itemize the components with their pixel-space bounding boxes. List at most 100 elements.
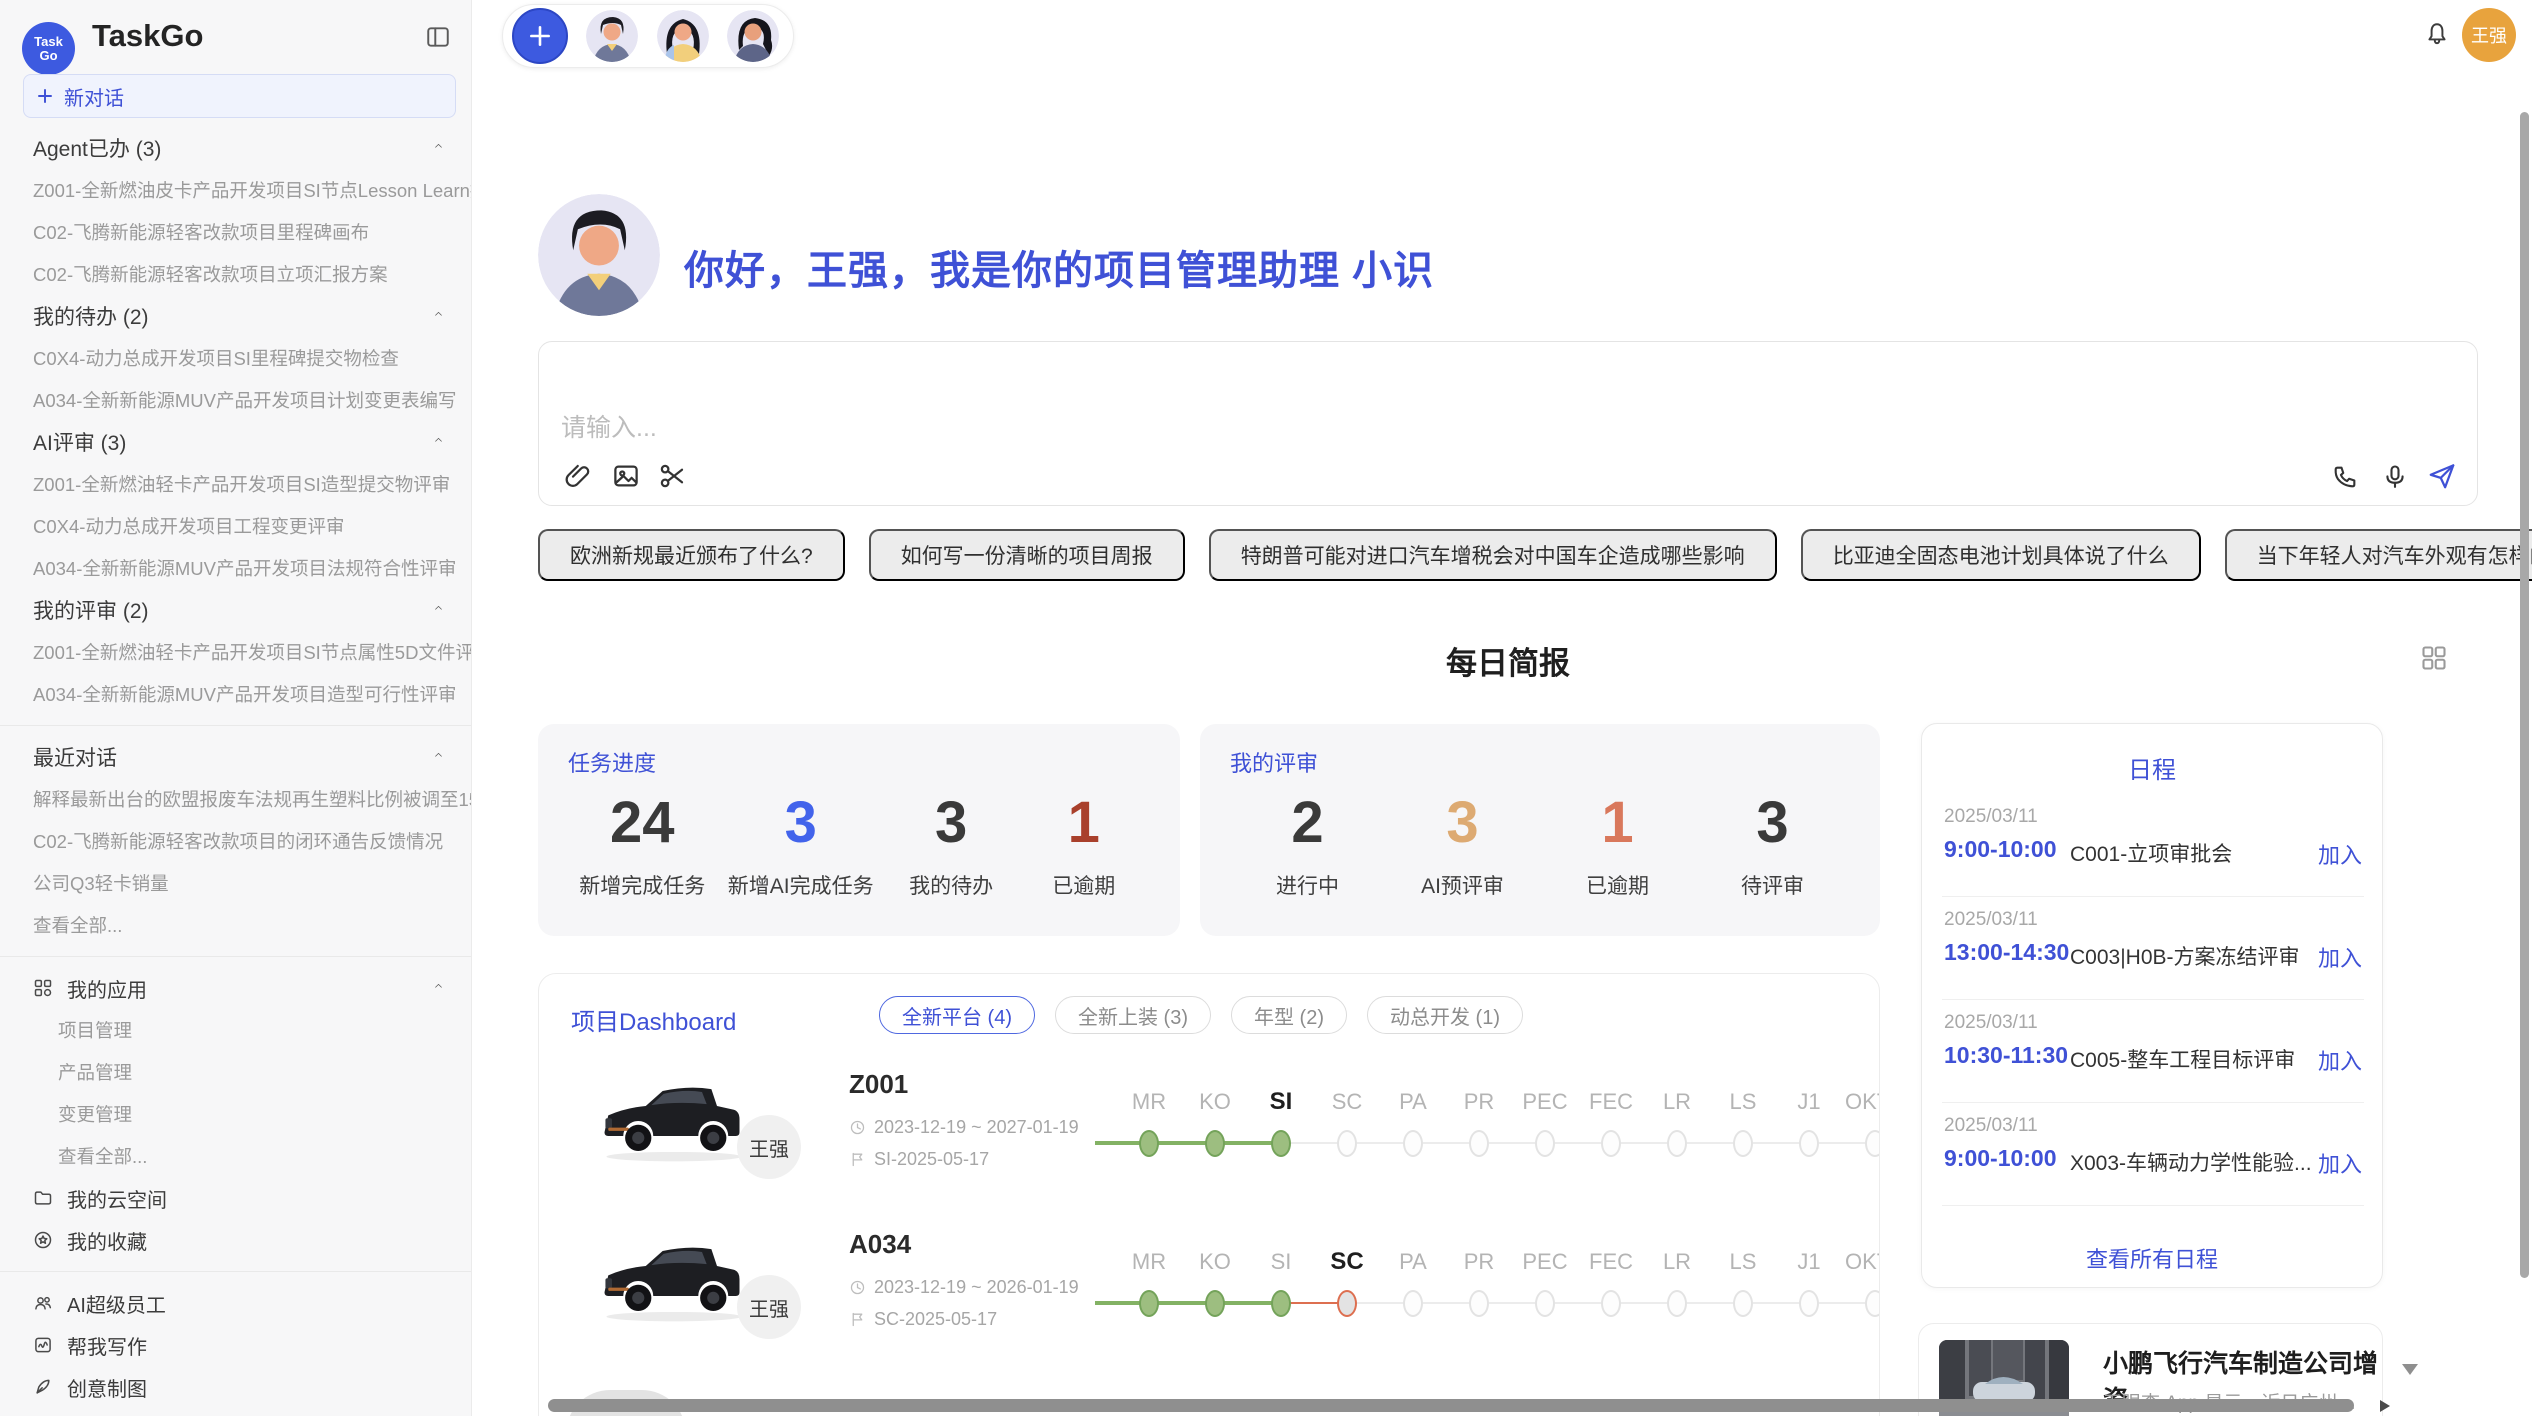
sidebar-item-tool-2[interactable]: 创意制图 [0,1366,472,1408]
sidebar-section-3[interactable]: 我的评审 (2) [0,589,472,631]
sidebar-app-item[interactable]: 项目管理 [0,1009,472,1051]
project-flag-milestone: SI-2025-05-17 [849,1149,989,1170]
send-icon[interactable] [2427,461,2457,491]
join-link[interactable]: 加入 [2318,941,2362,973]
my-review-card: 我的评审2进行中3AI预评审1已逾期3待评审 [1200,724,1880,936]
dashboard-filter-chip[interactable]: 全新平台 (4) [879,996,1035,1034]
project-flag-milestone: SC-2025-05-17 [849,1309,997,1330]
new-chat-button[interactable]: 新对话 [23,74,456,118]
apps-grid-icon [33,978,53,998]
sidebar-recent-item[interactable]: 解释最新出台的欧盟报废车法规再生塑料比例被调至15%... [0,778,472,820]
sidebar-app-item[interactable]: 产品管理 [0,1051,472,1093]
sidebar-task-item[interactable]: Z001-全新燃油轻卡产品开发项目SI造型提交物评审 [0,463,472,505]
sidebar-section-0[interactable]: Agent已办 (3) [0,127,472,169]
sidebar-recent-item[interactable]: 公司Q3轻卡销量 [0,862,472,904]
stat-value: 3 [1408,784,1518,862]
scroll-right-arrow-icon[interactable] [2380,1400,2390,1412]
add-agent-button[interactable] [512,8,568,64]
sidebar-item-my-apps[interactable]: 我的应用 [0,967,472,1009]
dashboard-filter-chip[interactable]: 全新上装 (3) [1055,996,1211,1034]
chat-input[interactable]: 请输入... [538,341,2478,506]
clock-icon [849,1119,866,1136]
sidebar-collapse-icon[interactable] [425,24,451,50]
sidebar-task-item[interactable]: Z001-全新燃油皮卡产品开发项目SI节点Lesson Learn报告 [0,169,472,211]
notification-bell-icon[interactable] [2424,20,2450,48]
project-vehicle-image [597,1073,747,1169]
sidebar-apps-view-all[interactable]: 查看全部... [0,1135,472,1177]
sidebar-item-tool-0[interactable]: AI超级员工 [0,1282,472,1324]
user-avatar-label: 王强 [2471,22,2507,48]
dashboard-filter-chip[interactable]: 年型 (2) [1231,996,1347,1034]
join-link[interactable]: 加入 [2318,838,2362,870]
sidebar-task-item[interactable]: C0X4-动力总成开发项目工程变更评审 [0,505,472,547]
join-link[interactable]: 加入 [2318,1147,2362,1179]
milestone-dot-fec [1601,1130,1621,1157]
vertical-scrollbar-thumb[interactable] [2520,112,2529,1278]
project-code: Z001 [849,1069,908,1100]
suggestion-chip[interactable]: 欧洲新规最近颁布了什么? [538,529,845,581]
microphone-icon[interactable] [2381,463,2409,491]
sidebar-task-item[interactable]: C02-飞腾新能源轻客改款项目立项汇报方案 [0,253,472,295]
sidebar-section-1[interactable]: 我的待办 (2) [0,295,472,337]
join-link[interactable]: 加入 [2318,1044,2362,1076]
sidebar-item-shortcut-0[interactable]: 我的云空间 [0,1177,472,1219]
schedule-row: 2025/03/1113:00-14:30C003|H0B-方案冻结评审加入 [1942,897,2364,1000]
image-upload-icon[interactable] [611,461,641,491]
suggestion-chip[interactable]: 当下年轻人对汽车外观有怎样的喜好趋势 [2225,529,2532,581]
flag-icon [849,1311,866,1328]
daily-briefing-title: 每日简报 [538,638,2478,683]
milestone-dot-ko [1205,1130,1225,1157]
sidebar-section-2[interactable]: AI评审 (3) [0,421,472,463]
chevron-up-icon [431,435,446,445]
sidebar-task-item[interactable]: C0X4-动力总成开发项目SI里程碑提交物检查 [0,337,472,379]
milestone-label: OKTB [1835,1087,1880,1117]
sidebar-task-item[interactable]: C02-飞腾新能源轻客改款项目里程碑画布 [0,211,472,253]
attachment-icon[interactable] [563,461,593,491]
sidebar-app-item[interactable]: 变更管理 [0,1093,472,1135]
schedule-date: 2025/03/11 [1944,806,2038,828]
suggestion-chip[interactable]: 特朗普可能对进口汽车增税会对中国车企造成哪些影响 [1209,529,1777,581]
sidebar-item-tool-1[interactable]: 帮我写作 [0,1324,472,1366]
taskgo-logo: Task Go [22,22,75,75]
sidebar-section-2-label: AI评审 (3) [33,427,126,457]
view-all-schedule-link[interactable]: 查看所有日程 [1922,1242,2382,1274]
dashboard-filter-chip[interactable]: 动总开发 (1) [1367,996,1523,1034]
sidebar-recent-item[interactable]: C02-飞腾新能源轻客改款项目的闭环通告反馈情况 [0,820,472,862]
my-apps-label: 我的应用 [67,974,147,1003]
divider [0,725,472,726]
schedule-name: C001-立项审批会 [2070,838,2232,868]
stat-value: 24 [579,784,705,862]
stat-card-title: 我的评审 [1230,746,1850,778]
suggestion-chip[interactable]: 如何写一份清晰的项目周报 [869,529,1185,581]
member-avatar-3[interactable] [727,10,779,62]
sidebar-recent-view-all[interactable]: 查看全部... [0,904,472,946]
flag-icon [849,1151,866,1168]
member-avatar-2[interactable] [657,10,709,62]
stat-value: 3 [1718,784,1828,862]
suggestion-chip[interactable]: 比亚迪全固态电池计划具体说了什么 [1801,529,2201,581]
member-avatar-1[interactable] [586,10,638,62]
project-owner-badge: 王强 [737,1115,801,1179]
folder-icon [33,1188,53,1208]
sidebar-section-recent[interactable]: 最近对话 [0,736,472,778]
screenshot-icon[interactable] [657,461,687,491]
project-flag-label: SC-2025-05-17 [874,1309,997,1330]
greeting-text: 你好，王强，我是你的项目管理助理 小识 [684,238,1434,296]
sidebar-task-item[interactable]: A034-全新新能源MUV产品开发项目法规符合性评审 [0,547,472,589]
app-title: TaskGo [92,18,203,54]
milestone-dot-j1 [1799,1130,1819,1157]
sidebar-task-item[interactable]: A034-全新新能源MUV产品开发项目计划变更表编写 [0,379,472,421]
sidebar-task-item[interactable]: Z001-全新燃油轻卡产品开发项目SI节点属性5D文件评审 [0,631,472,673]
schedule-list: 2025/03/119:00-10:00C001-立项审批会加入2025/03/… [1922,794,2382,1206]
stat-value: 1 [1563,784,1673,862]
briefing-layout-icon[interactable] [2420,644,2448,672]
new-chat-label: 新对话 [64,82,124,111]
user-avatar[interactable]: 王强 [2462,8,2516,62]
voice-call-icon[interactable] [2331,463,2359,491]
horizontal-scrollbar-thumb[interactable] [548,1399,2354,1412]
sidebar-item-shortcut-1[interactable]: 我的收藏 [0,1219,472,1261]
scroll-down-arrow-icon[interactable] [2402,1364,2418,1375]
schedule-title: 日程 [1922,750,2382,785]
sidebar-task-item[interactable]: A034-全新新能源MUV产品开发项目造型可行性评审 [0,673,472,715]
schedule-date: 2025/03/11 [1944,909,2038,931]
